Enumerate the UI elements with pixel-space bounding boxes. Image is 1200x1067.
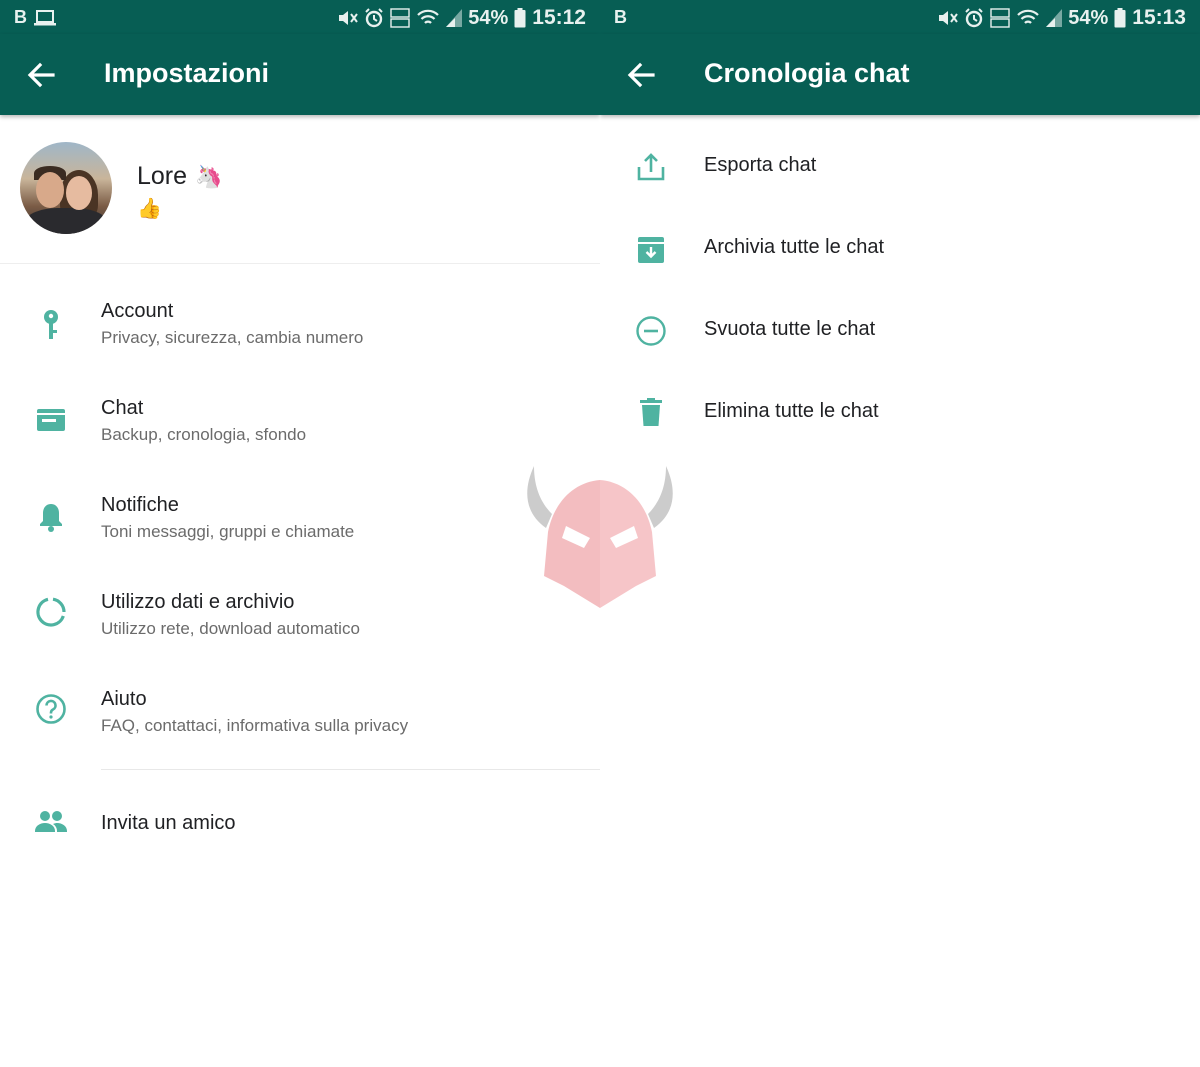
signal-icon — [446, 9, 463, 27]
settings-screen: B 54% 15:12 Impostazioni Lore 🦄 👍 Accoun… — [0, 0, 600, 1067]
setting-label: Notifiche — [101, 494, 179, 516]
menu-label: Elimina tutte le chat — [704, 400, 879, 422]
app-toolbar: Impostazioni — [0, 34, 600, 115]
invite-friend[interactable]: Invita un amico — [0, 790, 600, 856]
app-toolbar: Cronologia chat — [600, 34, 1200, 115]
archive-all-item[interactable]: Archivia tutte le chat — [600, 208, 1200, 290]
battery-percent: 54% — [468, 6, 509, 29]
laptop-icon — [34, 9, 56, 25]
setting-chat[interactable]: Chat Backup, cronologia, sfondo — [0, 385, 600, 482]
data-usage-icon — [36, 597, 66, 627]
status-bar: B 54% 15:12 — [0, 0, 600, 34]
profile-name: Lore 🦄 — [137, 162, 222, 191]
export-icon — [637, 153, 665, 181]
setting-sub: FAQ, contattaci, informativa sulla priva… — [101, 716, 409, 735]
setting-label: Invita un amico — [101, 812, 236, 834]
setting-label: Aiuto — [101, 688, 147, 710]
status-bar: B 54% 15:13 — [600, 0, 1200, 34]
setting-sub: Privacy, sicurezza, cambia numero — [101, 328, 364, 347]
battery-percent: 54% — [1068, 6, 1109, 29]
setting-sub: Toni messaggi, gruppi e chiamate — [101, 522, 355, 541]
profile-status: 👍 — [137, 198, 162, 220]
carrier-letter: B — [14, 7, 27, 27]
signal-icon — [1046, 9, 1063, 27]
wifi-icon — [1017, 9, 1040, 24]
setting-notifications[interactable]: Notifiche Toni messaggi, gruppi e chiama… — [0, 482, 600, 579]
setting-label: Utilizzo dati e archivio — [101, 591, 295, 613]
setting-account[interactable]: Account Privacy, sicurezza, cambia numer… — [0, 288, 600, 385]
clock: 15:12 — [532, 6, 586, 29]
menu-label: Esporta chat — [704, 154, 817, 176]
arrow-back-icon[interactable] — [26, 60, 56, 90]
menu-label: Svuota tutte le chat — [704, 318, 876, 340]
setting-sub: Utilizzo rete, download automatico — [101, 619, 360, 638]
menu-label: Archivia tutte le chat — [704, 236, 885, 258]
wifi-icon — [417, 9, 440, 24]
setting-label: Account — [101, 300, 174, 322]
setting-help[interactable]: Aiuto FAQ, contattaci, informativa sulla… — [0, 676, 600, 773]
chat-history-screen: B 54% 15:13 Cronologia chat Esporta chat… — [600, 0, 1200, 1067]
profile-row[interactable]: Lore 🦄 👍 — [0, 115, 600, 264]
setting-sub: Backup, cronologia, sfondo — [101, 425, 307, 444]
carrier-letter: B — [614, 7, 627, 27]
archive-icon — [638, 237, 664, 263]
volte-icon — [390, 8, 410, 28]
unicorn-emoji: 🦄 — [195, 163, 223, 189]
volte-icon — [990, 8, 1010, 28]
delete-icon — [640, 398, 662, 426]
key-icon — [44, 310, 58, 339]
alarm-icon — [965, 8, 983, 28]
page-title: Cronologia chat — [704, 58, 910, 88]
delete-all-item[interactable]: Elimina tutte le chat — [600, 372, 1200, 454]
mute-icon — [939, 11, 959, 25]
arrow-back-icon[interactable] — [626, 60, 656, 90]
people-icon — [35, 811, 67, 832]
clear-all-item[interactable]: Svuota tutte le chat — [600, 290, 1200, 372]
help-icon — [36, 694, 66, 724]
profile-name-text: Lore — [137, 162, 188, 190]
battery-icon — [1114, 8, 1126, 28]
avatar[interactable] — [20, 142, 112, 234]
page-title: Impostazioni — [104, 58, 270, 88]
alarm-icon — [365, 8, 383, 28]
divider — [101, 769, 600, 770]
export-chat-item[interactable]: Esporta chat — [600, 126, 1200, 208]
clock: 15:13 — [1132, 6, 1186, 29]
battery-icon — [514, 8, 526, 28]
chat-icon — [37, 409, 65, 431]
setting-label: Chat — [101, 397, 144, 419]
clear-icon — [636, 316, 666, 346]
mute-icon — [339, 11, 359, 25]
bell-icon — [40, 504, 62, 532]
setting-data-usage[interactable]: Utilizzo dati e archivio Utilizzo rete, … — [0, 579, 600, 676]
